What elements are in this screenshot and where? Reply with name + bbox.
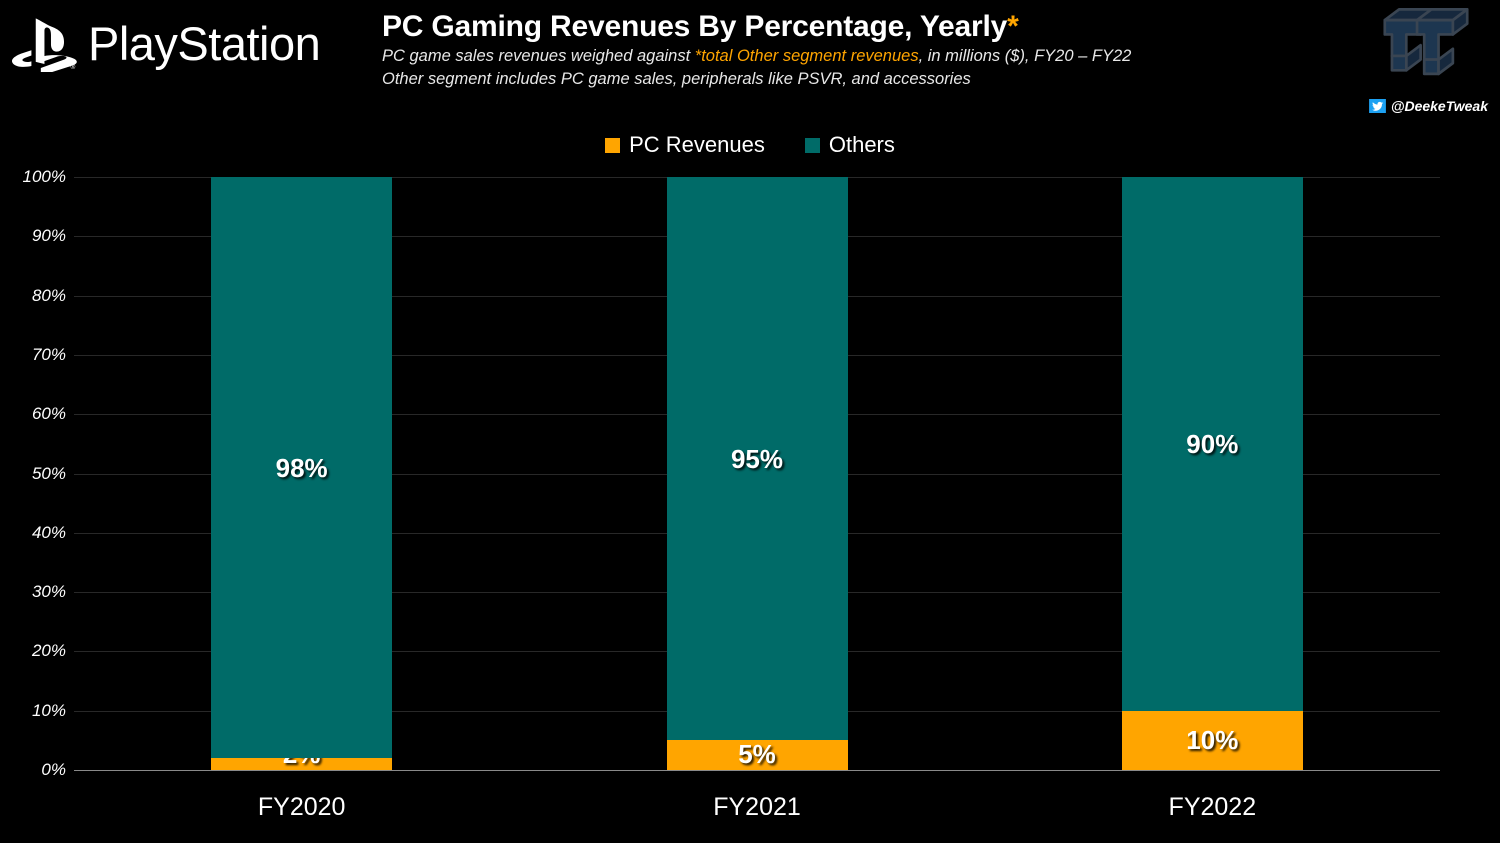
x-axis: FY2020 FY2021 FY2022	[74, 780, 1440, 840]
y-axis-tick: 40%	[31, 522, 66, 542]
chart-title: PC Gaming Revenues By Percentage, Yearly…	[382, 10, 1332, 45]
legend-item-pc-revenues[interactable]: PC Revenues	[605, 132, 765, 158]
y-axis-tick: 90%	[31, 226, 66, 246]
y-axis-tick: 30%	[31, 582, 66, 602]
bar-group[interactable]: 5% 95%	[666, 177, 848, 770]
bar-segment[interactable]	[666, 177, 848, 741]
tweaktown-tt-logo-icon	[1383, 8, 1469, 76]
x-axis-tick: FY2020	[257, 793, 346, 821]
axis-baseline	[74, 770, 1440, 771]
bar-segment[interactable]	[1121, 177, 1303, 711]
subtitle-part-1: PC game sales revenues weighed against	[382, 46, 695, 65]
legend-label-others: Others	[828, 132, 895, 157]
y-axis-tick: 60%	[31, 404, 66, 424]
legend-item-others[interactable]: Others	[804, 132, 895, 158]
chart-title-text: PC Gaming Revenues By Percentage, Yearly	[382, 10, 1008, 43]
twitter-bird-icon	[1368, 99, 1386, 113]
chart-subtitle-line-1: PC game sales revenues weighed against *…	[382, 45, 1332, 68]
x-axis-tick: FY2022	[1168, 793, 1257, 821]
x-axis-tick: FY2021	[713, 793, 801, 821]
y-axis: 0% 10% 20% 30% 40% 50% 60% 70% 80% 90% 100%	[0, 167, 66, 780]
bar-group[interactable]: 10% 90%	[1121, 177, 1303, 770]
chart-title-asterisk: *	[1007, 10, 1019, 43]
bar-group[interactable]: 2%98%	[211, 177, 393, 770]
chart-header: ® PlayStation PC Gaming Revenues By Perc…	[0, 0, 1500, 122]
legend-swatch-pc-revenues	[605, 137, 621, 153]
plot-area: 0% 10% 20% 30% 40% 50% 60% 70% 80% 90% 100% 2%98% 5…	[0, 167, 1500, 843]
twitter-handle-block: @DeekeTweak	[1368, 98, 1488, 114]
y-axis-tick: 20%	[31, 641, 66, 661]
subtitle-part-2: , in millions ($), FY20 – FY22	[918, 46, 1132, 65]
svg-text:®: ®	[71, 63, 76, 71]
bar-segment[interactable]	[211, 758, 393, 770]
y-axis-tick: 10%	[31, 700, 66, 720]
y-axis-tick: 0%	[41, 760, 66, 779]
subtitle-highlight: *total Other segment revenues	[694, 46, 919, 65]
playstation-logo-icon: ®	[11, 18, 77, 72]
y-axis-tick: 50%	[31, 463, 66, 483]
chart-subtitle-line-2: Other segment includes PC game sales, pe…	[382, 69, 971, 88]
y-axis-tick: 70%	[31, 344, 66, 364]
tweaktown-watermark: @DeekeTweak	[1344, 4, 1494, 116]
bar-segment[interactable]	[211, 177, 393, 759]
y-axis-tick: 100%	[22, 167, 66, 186]
y-axis-tick: 80%	[31, 285, 66, 305]
legend-swatch-others	[804, 137, 820, 153]
twitter-handle-text: @DeekeTweak	[1390, 98, 1488, 114]
title-block: PC Gaming Revenues By Percentage, Yearly…	[382, 10, 1332, 90]
playstation-brand-block: ® PlayStation	[6, 12, 376, 74]
playstation-wordmark: PlayStation	[88, 16, 321, 70]
chart-legend: PC Revenues Others	[0, 132, 1500, 158]
bars-layer: 2%98% 5%95% 10%90%	[74, 177, 1440, 770]
legend-label-pc-revenues: PC Revenues	[629, 132, 765, 157]
bar-segment[interactable]	[666, 740, 848, 770]
bar-segment[interactable]	[1121, 710, 1303, 770]
